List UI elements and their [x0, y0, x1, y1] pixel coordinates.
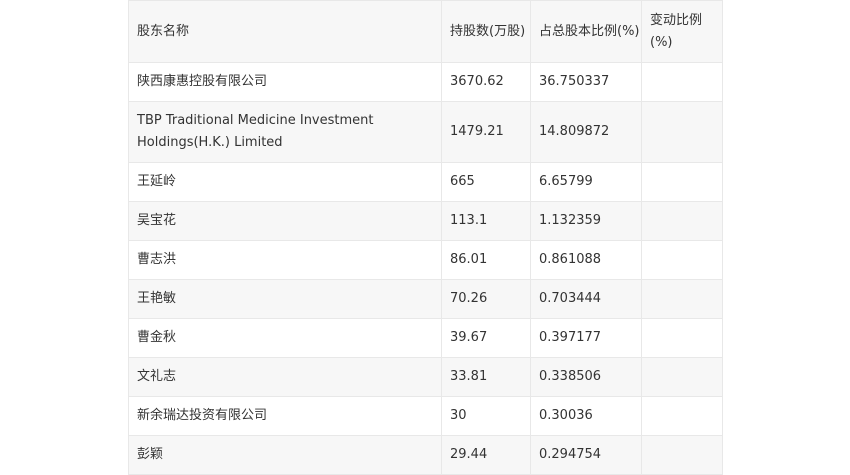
- table-body: 陕西康惠控股有限公司 3670.62 36.750337 TBP Traditi…: [128, 62, 723, 475]
- cell-change: [641, 201, 723, 241]
- cell-shares: 33.81: [441, 357, 531, 397]
- cell-change: [641, 318, 723, 358]
- header-row: 股东名称 持股数(万股) 占总股本比例(%) 变动比例(%): [128, 0, 723, 63]
- cell-ratio: 0.30036: [530, 396, 642, 436]
- cell-change: [641, 357, 723, 397]
- table-row: 吴宝花 113.1 1.132359: [128, 201, 723, 241]
- cell-ratio: 0.703444: [530, 279, 642, 319]
- cell-shares: 39.67: [441, 318, 531, 358]
- cell-change: [641, 279, 723, 319]
- cell-change: [641, 162, 723, 202]
- cell-name: 吴宝花: [128, 201, 442, 241]
- cell-shares: 70.26: [441, 279, 531, 319]
- table-header: 股东名称 持股数(万股) 占总股本比例(%) 变动比例(%): [128, 0, 723, 63]
- cell-shares: 1479.21: [441, 101, 531, 163]
- cell-ratio: 0.397177: [530, 318, 642, 358]
- table-row: 王延岭 665 6.65799: [128, 162, 723, 202]
- header-change-ratio: 变动比例(%): [641, 0, 723, 63]
- cell-name: 曹志洪: [128, 240, 442, 280]
- cell-ratio: 1.132359: [530, 201, 642, 241]
- cell-ratio: 6.65799: [530, 162, 642, 202]
- cell-shares: 3670.62: [441, 62, 531, 102]
- header-shareholder-name: 股东名称: [128, 0, 442, 63]
- cell-name: 王艳敏: [128, 279, 442, 319]
- table-row: 新余瑞达投资有限公司 30 0.30036: [128, 396, 723, 436]
- table-row: 王艳敏 70.26 0.703444: [128, 279, 723, 319]
- table-row: 曹金秋 39.67 0.397177: [128, 318, 723, 358]
- cell-shares: 29.44: [441, 435, 531, 475]
- cell-ratio: 0.861088: [530, 240, 642, 280]
- cell-name: TBP Traditional Medicine Investment Hold…: [128, 101, 442, 163]
- cell-ratio: 0.338506: [530, 357, 642, 397]
- cell-ratio: 36.750337: [530, 62, 642, 102]
- cell-change: [641, 240, 723, 280]
- table-row: TBP Traditional Medicine Investment Hold…: [128, 101, 723, 163]
- cell-name: 文礼志: [128, 357, 442, 397]
- cell-shares: 665: [441, 162, 531, 202]
- cell-shares: 86.01: [441, 240, 531, 280]
- table-row: 陕西康惠控股有限公司 3670.62 36.750337: [128, 62, 723, 102]
- cell-ratio: 0.294754: [530, 435, 642, 475]
- table-row: 彭颖 29.44 0.294754: [128, 435, 723, 475]
- cell-shares: 113.1: [441, 201, 531, 241]
- table-row: 曹志洪 86.01 0.861088: [128, 240, 723, 280]
- shareholder-table-container: 股东名称 持股数(万股) 占总股本比例(%) 变动比例(%) 陕西康惠控股有限公…: [128, 0, 723, 475]
- header-shares: 持股数(万股): [441, 0, 531, 63]
- cell-change: [641, 435, 723, 475]
- table-row: 文礼志 33.81 0.338506: [128, 357, 723, 397]
- cell-name: 曹金秋: [128, 318, 442, 358]
- cell-change: [641, 396, 723, 436]
- cell-change: [641, 101, 723, 163]
- cell-name: 陕西康惠控股有限公司: [128, 62, 442, 102]
- cell-name: 彭颖: [128, 435, 442, 475]
- cell-shares: 30: [441, 396, 531, 436]
- cell-ratio: 14.809872: [530, 101, 642, 163]
- cell-change: [641, 62, 723, 102]
- shareholder-table: 股东名称 持股数(万股) 占总股本比例(%) 变动比例(%) 陕西康惠控股有限公…: [128, 0, 723, 475]
- cell-name: 王延岭: [128, 162, 442, 202]
- cell-name: 新余瑞达投资有限公司: [128, 396, 442, 436]
- header-share-ratio: 占总股本比例(%): [530, 0, 642, 63]
